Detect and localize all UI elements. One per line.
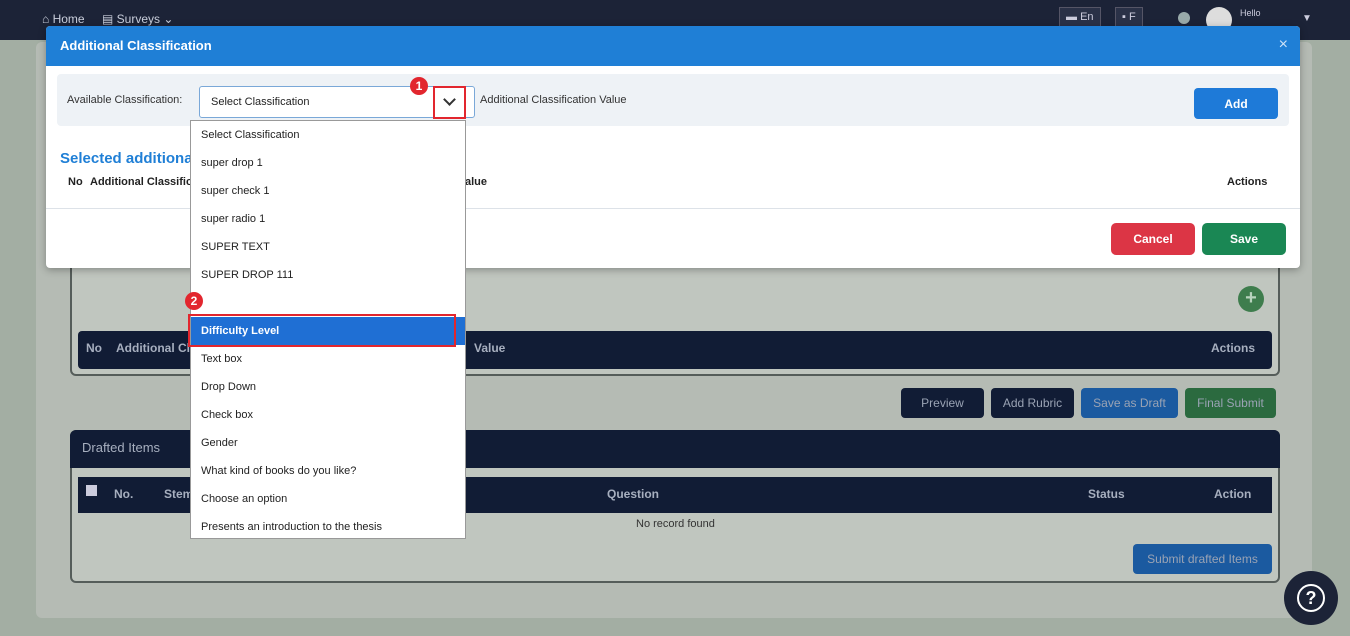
nav-surveys-link[interactable]: ▤ Surveys ⌄	[102, 12, 173, 26]
column-no: No.	[114, 487, 134, 501]
nav-surveys-label: Surveys	[116, 12, 161, 26]
modal-header: Additional Classification ×	[46, 26, 1300, 66]
help-button[interactable]: ?	[1284, 571, 1338, 625]
column-stem: Stem	[164, 487, 194, 501]
save-as-draft-button[interactable]: Save as Draft	[1081, 388, 1178, 418]
column-no: No	[68, 176, 83, 188]
column-additional-classification: Additional Cl	[116, 341, 190, 355]
column-additional-classification: Additional Classifica	[90, 176, 199, 188]
bell-icon[interactable]	[1178, 12, 1190, 24]
classification-select-value: Select Classification	[211, 96, 310, 108]
dropdown-option[interactable]	[191, 289, 465, 317]
language-label: En	[1080, 11, 1094, 23]
column-actions: Actions	[1227, 176, 1268, 188]
column-value: alue	[465, 176, 488, 188]
column-no: No	[86, 341, 102, 355]
preview-button[interactable]: Preview	[901, 388, 984, 418]
add-rubric-button[interactable]: Add Rubric	[991, 388, 1074, 418]
chevron-down-icon[interactable]: ▼	[1302, 13, 1312, 24]
dropdown-option[interactable]: Gender	[191, 429, 465, 457]
annotation-badge-1: 1	[410, 77, 428, 95]
select-all-checkbox[interactable]	[86, 485, 97, 496]
modal-title: Additional Classification	[60, 38, 212, 53]
close-icon[interactable]: ×	[1279, 36, 1288, 54]
dropdown-option[interactable]: SUPER DROP 111	[191, 261, 465, 289]
classification-form-row: Available Classification: Select Classif…	[57, 74, 1289, 126]
column-status: Status	[1088, 487, 1125, 501]
nav-home-link[interactable]: ⌂ Home	[42, 12, 85, 26]
column-action: Action	[1214, 487, 1252, 501]
dropdown-option[interactable]: super drop 1	[191, 149, 465, 177]
add-classification-button[interactable]: +	[1238, 286, 1264, 312]
dropdown-option[interactable]: super check 1	[191, 177, 465, 205]
final-submit-button[interactable]: Final Submit	[1185, 388, 1276, 418]
add-button[interactable]: Add	[1194, 88, 1278, 119]
dropdown-option[interactable]: Select Classification	[191, 121, 465, 149]
column-question: Question	[607, 487, 660, 501]
selected-section-title: Selected additiona	[60, 150, 193, 167]
annotation-highlight-box	[188, 314, 456, 347]
column-actions: Actions	[1211, 341, 1256, 355]
question-icon: ?	[1297, 584, 1325, 612]
dropdown-option[interactable]: super radio 1	[191, 205, 465, 233]
submit-drafted-items-button[interactable]: Submit drafted Items	[1133, 544, 1272, 574]
column-value: Value	[474, 341, 506, 355]
dropdown-option[interactable]: Check box	[191, 401, 465, 429]
drafted-items-title: Drafted Items	[82, 440, 161, 455]
nav-home-label: Home	[52, 12, 85, 26]
classification-value-label: Additional Classification Value	[480, 94, 627, 106]
dropdown-option[interactable]: What kind of books do you like?	[191, 457, 465, 485]
chevron-down-icon	[443, 93, 456, 106]
dropdown-option[interactable]: Drop Down	[191, 373, 465, 401]
cancel-button[interactable]: Cancel	[1111, 223, 1195, 255]
dropdown-option[interactable]: SUPER TEXT	[191, 233, 465, 261]
annotation-badge-2: 2	[185, 292, 203, 310]
dropdown-option[interactable]: Text box	[191, 345, 465, 373]
save-button[interactable]: Save	[1202, 223, 1286, 255]
empty-state-text: No record found	[636, 518, 715, 530]
dropdown-option[interactable]: Choose an option	[191, 485, 465, 513]
dropdown-option[interactable]: Presents an introduction to the thesis	[191, 513, 465, 541]
dropdown-toggle[interactable]	[433, 86, 466, 119]
available-classification-label: Available Classification:	[67, 94, 183, 106]
secondary-language-label: F	[1128, 11, 1136, 23]
greeting-text: Hello	[1240, 8, 1261, 18]
